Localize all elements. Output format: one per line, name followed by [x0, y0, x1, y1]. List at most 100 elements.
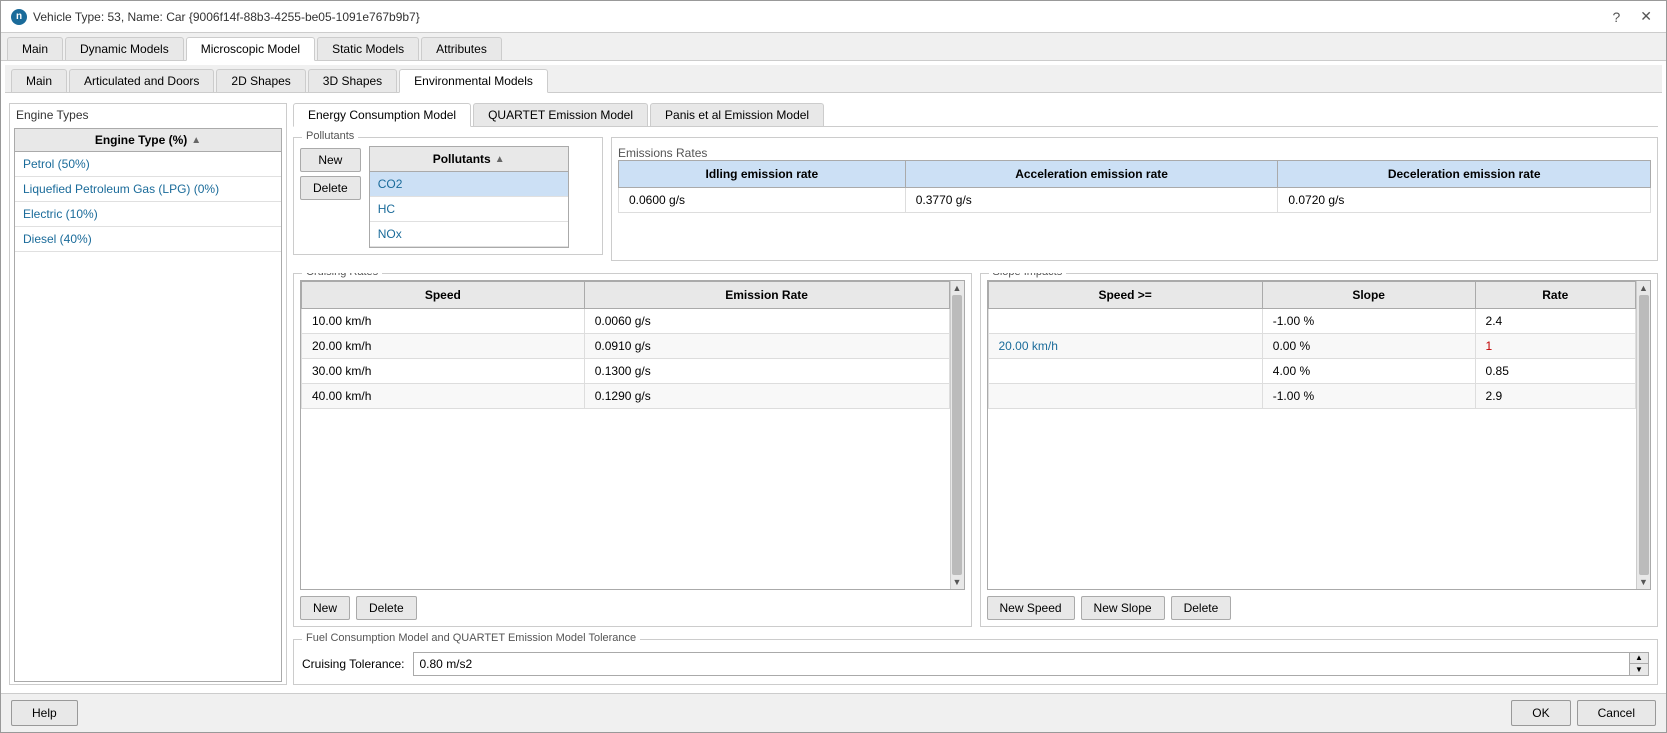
- emission-col-deceleration: Deceleration emission rate: [1278, 161, 1651, 188]
- lower-panels: Cruising Rates Speed Emission Rate: [293, 273, 1658, 627]
- right-panel: Energy Consumption Model QUARTET Emissio…: [293, 103, 1658, 685]
- bottom-right: OK Cancel: [1511, 700, 1656, 726]
- cruising-rates-panel: Cruising Rates Speed Emission Rate: [293, 273, 972, 627]
- cancel-button[interactable]: Cancel: [1577, 700, 1656, 726]
- engine-type-row-petrol[interactable]: Petrol (50%): [15, 152, 281, 177]
- close-button[interactable]: ✕: [1636, 8, 1656, 25]
- cruising-row-0[interactable]: 10.00 km/h 0.0060 g/s: [302, 309, 950, 334]
- pollutants-content: New Delete Pollutants ▲ CO2 HC: [300, 146, 596, 248]
- engine-types-table: Engine Type (%) ▲ Petrol (50%) Liquefied…: [14, 128, 282, 682]
- pollutants-column-header: Pollutants ▲: [370, 147, 568, 172]
- slope-impacts-label: Slope Impacts: [989, 273, 1067, 278]
- emission-val-acceleration[interactable]: 0.3770 g/s: [905, 188, 1278, 213]
- slope-scrollbar[interactable]: ▲ ▼: [1636, 281, 1650, 589]
- pollutants-buttons: New Delete: [300, 146, 361, 248]
- slope-table: Speed >= Slope Rate -1.00 %: [988, 281, 1637, 409]
- title-bar-right: ? ✕: [1608, 8, 1656, 25]
- pollutant-row-co2[interactable]: CO2: [370, 172, 568, 197]
- engine-types-list: Petrol (50%) Liquefied Petroleum Gas (LP…: [15, 152, 281, 252]
- engine-types-header: Engine Type (%) ▲: [15, 129, 281, 152]
- cruising-emission-1: 0.0910 g/s: [584, 334, 949, 359]
- main-window: n Vehicle Type: 53, Name: Car {9006f14f-…: [0, 0, 1667, 733]
- slope-new-speed-button[interactable]: New Speed: [987, 596, 1075, 620]
- tolerance-increment[interactable]: ▲: [1630, 653, 1648, 664]
- tolerance-input-wrapper: ▲ ▼: [413, 652, 1650, 676]
- cruising-row-1[interactable]: 20.00 km/h 0.0910 g/s: [302, 334, 950, 359]
- cruising-speed-0: 10.00 km/h: [302, 309, 585, 334]
- cruising-speed-1: 20.00 km/h: [302, 334, 585, 359]
- slope-speed-2: [988, 359, 1262, 384]
- model-tab-panis[interactable]: Panis et al Emission Model: [650, 103, 824, 126]
- model-tab-quartet[interactable]: QUARTET Emission Model: [473, 103, 648, 126]
- sub-tab-2d-shapes[interactable]: 2D Shapes: [216, 69, 305, 92]
- emission-col-acceleration: Acceleration emission rate: [905, 161, 1278, 188]
- cruising-delete-button[interactable]: Delete: [356, 596, 417, 620]
- pollutants-list: CO2 HC NOx: [370, 172, 568, 247]
- slope-delete-button[interactable]: Delete: [1171, 596, 1232, 620]
- cruising-col-emission: Emission Rate: [584, 282, 949, 309]
- pollutant-row-nox[interactable]: NOx: [370, 222, 568, 247]
- slope-row-3[interactable]: -1.00 % 2.9: [988, 384, 1636, 409]
- engine-type-row-diesel[interactable]: Diesel (40%): [15, 227, 281, 252]
- cruising-row-2[interactable]: 30.00 km/h 0.1300 g/s: [302, 359, 950, 384]
- slope-new-slope-button[interactable]: New Slope: [1081, 596, 1165, 620]
- help-button[interactable]: Help: [11, 700, 78, 726]
- pollutants-delete-button[interactable]: Delete: [300, 176, 361, 200]
- sub-tabs: Main Articulated and Doors 2D Shapes 3D …: [5, 65, 1662, 93]
- model-tabs: Energy Consumption Model QUARTET Emissio…: [293, 103, 1658, 127]
- emission-val-deceleration[interactable]: 0.0720 g/s: [1278, 188, 1651, 213]
- slope-slope-3: -1.00 %: [1262, 384, 1475, 409]
- slope-row-0[interactable]: -1.00 % 2.4: [988, 309, 1636, 334]
- emission-col-idling: Idling emission rate: [619, 161, 906, 188]
- sub-tab-articulated-doors[interactable]: Articulated and Doors: [69, 69, 214, 92]
- tab-dynamic-models[interactable]: Dynamic Models: [65, 37, 184, 60]
- pollutants-section-label: Pollutants: [302, 130, 358, 142]
- slope-row-2[interactable]: 4.00 % 0.85: [988, 359, 1636, 384]
- sub-tab-3d-shapes[interactable]: 3D Shapes: [308, 69, 397, 92]
- slope-speed-3: [988, 384, 1262, 409]
- main-tabs: Main Dynamic Models Microscopic Model St…: [1, 33, 1666, 61]
- emissions-table: Idling emission rate Acceleration emissi…: [618, 160, 1651, 213]
- cruising-emission-3: 0.1290 g/s: [584, 384, 949, 409]
- tab-main[interactable]: Main: [7, 37, 63, 60]
- slope-impacts-panel: Slope Impacts Speed >= Slope Rate: [980, 273, 1659, 627]
- tolerance-decrement[interactable]: ▼: [1630, 664, 1648, 675]
- cruising-table: Speed Emission Rate 10.00 km/h 0.0060 g/…: [301, 281, 950, 409]
- slope-buttons: New Speed New Slope Delete: [987, 596, 1652, 620]
- model-tab-energy[interactable]: Energy Consumption Model: [293, 103, 471, 127]
- emission-val-idling[interactable]: 0.0600 g/s: [619, 188, 906, 213]
- slope-speed-0: [988, 309, 1262, 334]
- tab-microscopic-model[interactable]: Microscopic Model: [186, 37, 315, 61]
- emissions-rates-section: Emissions Rates Idling emission rate Acc…: [611, 137, 1658, 261]
- emissions-rates-header: Emissions Rates: [618, 146, 707, 160]
- pollutants-table: Pollutants ▲ CO2 HC NOx: [369, 146, 569, 248]
- slope-row-1[interactable]: 20.00 km/h 0.00 % 1: [988, 334, 1636, 359]
- pollutants-new-button[interactable]: New: [300, 148, 361, 172]
- slope-speed-1: 20.00 km/h: [988, 334, 1262, 359]
- engine-type-row-lpg[interactable]: Liquefied Petroleum Gas (LPG) (0%): [15, 177, 281, 202]
- cruising-speed-3: 40.00 km/h: [302, 384, 585, 409]
- sort-icon: ▲: [191, 135, 201, 146]
- app-icon: n: [11, 9, 27, 25]
- cruising-new-button[interactable]: New: [300, 596, 350, 620]
- sub-tab-main[interactable]: Main: [11, 69, 67, 92]
- tolerance-input[interactable]: [414, 654, 1630, 674]
- title-bar-left: n Vehicle Type: 53, Name: Car {9006f14f-…: [11, 9, 420, 25]
- cruising-row-3[interactable]: 40.00 km/h 0.1290 g/s: [302, 384, 950, 409]
- cruising-scrollbar[interactable]: ▲ ▼: [950, 281, 964, 589]
- tolerance-row: Cruising Tolerance: ▲ ▼: [302, 652, 1649, 676]
- tab-static-models[interactable]: Static Models: [317, 37, 419, 60]
- sub-tab-environmental-models[interactable]: Environmental Models: [399, 69, 548, 93]
- slope-col-rate: Rate: [1475, 282, 1635, 309]
- slope-col-speed: Speed >=: [988, 282, 1262, 309]
- cruising-rates-label: Cruising Rates: [302, 273, 382, 278]
- slope-slope-2: 4.00 %: [1262, 359, 1475, 384]
- pollutant-row-hc[interactable]: HC: [370, 197, 568, 222]
- slope-rate-1: 1: [1475, 334, 1635, 359]
- tab-attributes[interactable]: Attributes: [421, 37, 502, 60]
- fuel-section-label: Fuel Consumption Model and QUARTET Emiss…: [302, 632, 640, 644]
- slope-slope-1: 0.00 %: [1262, 334, 1475, 359]
- ok-button[interactable]: OK: [1511, 700, 1570, 726]
- help-title-button[interactable]: ?: [1608, 9, 1624, 25]
- engine-type-row-electric[interactable]: Electric (10%): [15, 202, 281, 227]
